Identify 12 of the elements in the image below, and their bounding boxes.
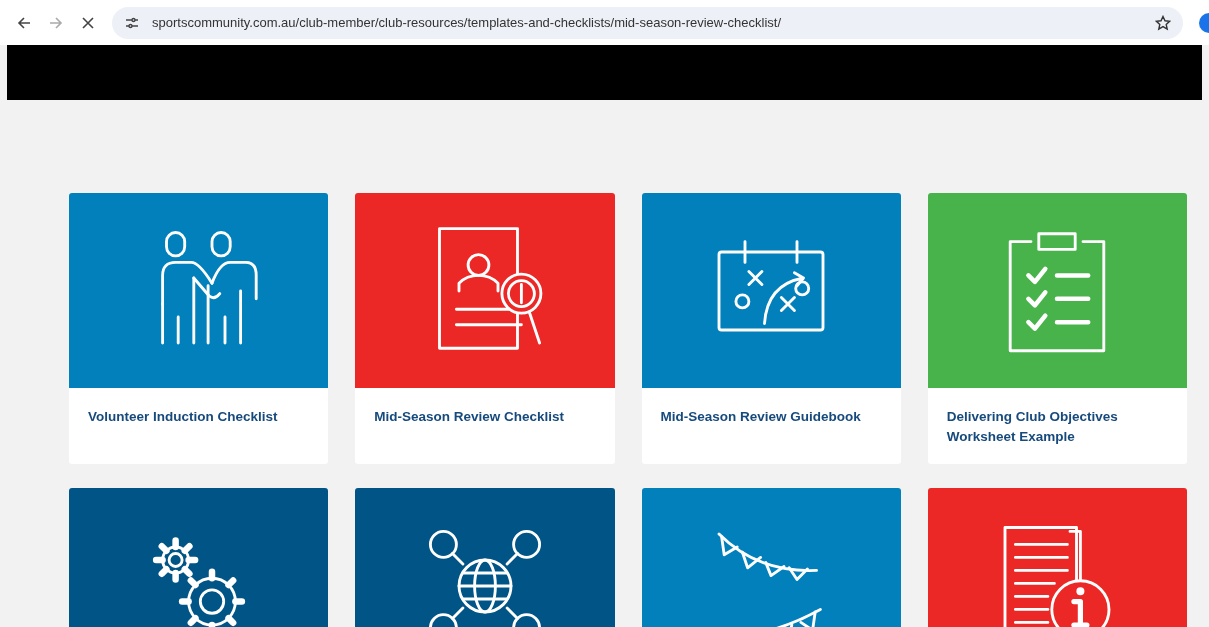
star-icon[interactable] — [1155, 14, 1171, 31]
close-icon[interactable] — [80, 14, 96, 31]
address-bar[interactable]: sportscommunity.com.au/club-member/club-resources/templates-and-checklists/mid-season-review-checklist/ — [112, 6, 1183, 39]
resource-card[interactable]: Mid-Season Review Checklist — [355, 193, 615, 464]
resource-card[interactable]: Mid-Season Review Guidebook — [641, 193, 901, 464]
card-title[interactable]: Delivering Club Objectives Worksheet Example — [946, 407, 1168, 447]
card-title[interactable]: Volunteer Induction Checklist — [88, 407, 310, 427]
resource-card[interactable]: Volunteer Induction Checklist — [69, 193, 329, 464]
card-title[interactable]: Mid-Season Review Checklist — [374, 407, 596, 427]
card-title[interactable]: Mid-Season Review Guidebook — [660, 407, 882, 427]
resource-card[interactable]: Delivering Club Objectives Worksheet Example — [927, 193, 1187, 464]
back-arrow-icon[interactable] — [16, 14, 32, 31]
